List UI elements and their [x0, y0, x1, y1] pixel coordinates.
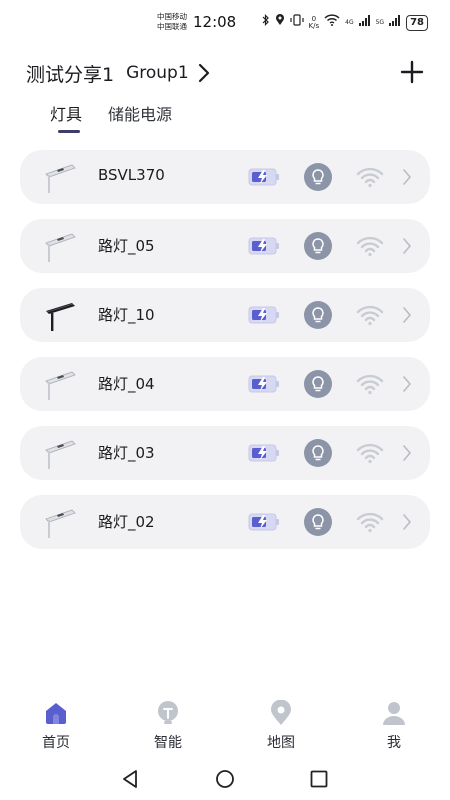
net-speed-unit: K/s — [308, 21, 320, 30]
chevron-right-icon[interactable] — [401, 305, 413, 325]
device-card[interactable]: 路灯_04 — [20, 357, 430, 411]
carrier-1: 中国移动 — [157, 12, 187, 21]
status-icons: 0 K/s 4G 5G 78 — [262, 14, 428, 31]
bulb-icon[interactable] — [304, 508, 332, 536]
device-name: 路灯_10 — [98, 306, 155, 324]
back-icon[interactable] — [120, 768, 142, 790]
chevron-right-icon[interactable] — [401, 512, 413, 532]
battery-charging-icon — [248, 444, 279, 462]
battery-charging-icon — [248, 306, 279, 324]
street-lamp-icon — [45, 164, 76, 193]
tab-lamps-label: 灯具 — [50, 105, 83, 124]
bulb-icon[interactable] — [304, 439, 332, 467]
wifi-icon — [356, 305, 384, 326]
nav-item-smart[interactable]: 智能 — [138, 700, 198, 752]
nav-label-me: 我 — [387, 735, 401, 751]
nav-item-me[interactable]: 我 — [364, 700, 424, 752]
battery-charging-icon — [248, 168, 279, 186]
street-lamp-icon — [45, 371, 76, 400]
device-name: BSVL370 — [98, 166, 165, 184]
chevron-right-icon[interactable] — [401, 374, 413, 394]
home-circle-icon[interactable] — [214, 768, 236, 790]
status-bar: 中国移动 中国联通 12:08 0 K/s 4G 5G 78 — [0, 0, 450, 44]
bulb-icon[interactable] — [304, 370, 332, 398]
battery-charging-icon — [248, 375, 279, 393]
wifi-icon — [356, 236, 384, 257]
vibrate-icon — [289, 14, 304, 31]
wifi-icon — [356, 167, 384, 188]
active-tab-indicator — [58, 130, 80, 133]
wifi-icon — [356, 512, 384, 533]
street-lamp-black-icon — [46, 303, 75, 331]
nav-label-map: 地图 — [267, 735, 295, 751]
carrier-2: 中国联通 — [157, 22, 187, 31]
street-lamp-icon — [45, 509, 76, 538]
device-name: 路灯_04 — [98, 375, 155, 393]
home-icon — [46, 703, 66, 724]
signal-4g-label: 4G — [345, 18, 354, 26]
chevron-right-icon[interactable] — [401, 443, 413, 463]
device-card[interactable]: 路灯_05 — [20, 219, 430, 273]
nav-item-map[interactable]: 地图 — [251, 700, 311, 752]
battery-indicator: 78 — [406, 14, 428, 31]
group-selector[interactable]: Group1 — [126, 63, 189, 83]
wifi-icon — [356, 374, 384, 395]
recents-icon[interactable] — [308, 768, 330, 790]
map-pin-icon — [271, 700, 291, 725]
signal-2-icon — [389, 14, 401, 31]
page-title: 测试分享1 — [26, 63, 115, 86]
chevron-right-icon[interactable] — [401, 167, 413, 187]
wifi-status-icon — [324, 14, 340, 31]
location-icon — [275, 14, 285, 31]
user-icon — [383, 702, 405, 725]
device-name: 路灯_03 — [98, 444, 155, 462]
signal-1-icon — [358, 14, 371, 31]
bulb-icon[interactable] — [304, 163, 332, 191]
wifi-icon — [356, 443, 384, 464]
street-lamp-icon — [45, 233, 76, 262]
clock: 12:08 — [193, 13, 237, 31]
battery-charging-icon — [248, 513, 279, 531]
category-tabs: 灯具 储能电源 — [50, 101, 172, 133]
net-speed: 0 K/s — [308, 15, 320, 30]
nav-label-smart: 智能 — [154, 735, 182, 751]
chevron-right-icon[interactable] — [401, 236, 413, 256]
chevron-right-icon[interactable] — [197, 63, 211, 83]
nav-item-home[interactable]: 首页 — [26, 700, 86, 752]
device-name: 路灯_05 — [98, 237, 155, 255]
tab-energy-storage[interactable]: 储能电源 — [108, 101, 172, 133]
device-name: 路灯_02 — [98, 513, 155, 531]
tab-energy-storage-label: 储能电源 — [108, 105, 173, 124]
bulb-icon[interactable] — [304, 232, 332, 260]
nav-label-home: 首页 — [42, 735, 70, 751]
device-card[interactable]: BSVL370 — [20, 150, 430, 204]
bluetooth-icon — [262, 14, 270, 31]
device-card[interactable]: 路灯_10 — [20, 288, 430, 342]
carrier-info: 中国移动 中国联通 — [157, 12, 187, 32]
header: 测试分享1 Group1 — [26, 58, 426, 88]
bottom-nav: 首页 智能 地图 我 — [0, 700, 450, 756]
smart-icon — [158, 701, 178, 724]
tab-lamps[interactable]: 灯具 — [50, 101, 82, 133]
street-lamp-icon — [45, 440, 76, 469]
bulb-icon[interactable] — [304, 301, 332, 329]
device-card[interactable]: 路灯_03 — [20, 426, 430, 480]
signal-5g-label: 5G — [375, 18, 385, 26]
battery-charging-icon — [248, 237, 279, 255]
device-card[interactable]: 路灯_02 — [20, 495, 430, 549]
device-list: BSVL370 路灯_05 路灯_10 路灯_04 路灯_03 路灯_02 — [20, 150, 430, 564]
add-device-button[interactable] — [400, 60, 424, 84]
system-nav-bar — [0, 768, 450, 794]
